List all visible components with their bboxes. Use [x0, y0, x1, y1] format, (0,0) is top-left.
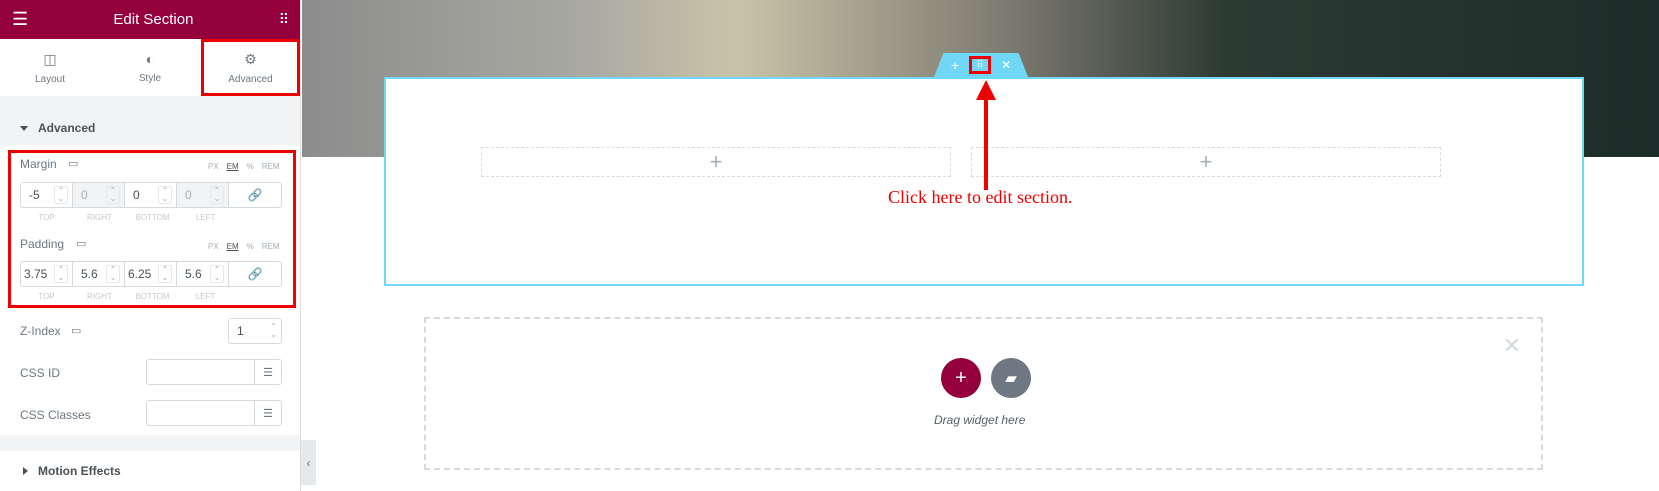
database-icon[interactable]: ☰ — [254, 360, 281, 384]
hamburger-icon[interactable]: ☰ — [12, 9, 28, 30]
widget-drop-zone[interactable]: ✕ — [424, 317, 1543, 470]
desktop-icon: ▭ — [71, 325, 82, 337]
panel-header: ☰ Edit Section ⠿ — [0, 0, 300, 39]
close-icon[interactable]: ✕ — [1001, 58, 1011, 72]
section-handle: + ⠿ ✕ — [934, 53, 1028, 77]
add-template-button[interactable]: ▰ — [991, 358, 1031, 398]
tab-label: Style — [138, 73, 162, 84]
add-section-icon[interactable]: + — [951, 57, 959, 73]
tab-label: Layout — [34, 73, 66, 85]
section-heading: Advanced — [38, 121, 96, 135]
tab-label: Advanced — [228, 73, 273, 85]
database-icon[interactable]: ☰ — [254, 401, 281, 425]
tab-advanced[interactable]: ⚙ Advanced — [201, 39, 300, 96]
css-id-value — [147, 360, 254, 384]
close-icon[interactable]: ✕ — [1503, 333, 1521, 359]
tab-style[interactable]: ◐ Style — [100, 39, 200, 96]
highlight-box — [8, 150, 296, 308]
folder-icon: ▰ — [1005, 370, 1017, 387]
css-id-input[interactable]: ☰ — [146, 359, 282, 385]
panel-tabs: ◫ Layout ◐ Style ⚙ Advanced — [0, 39, 300, 96]
edit-section-grip-icon[interactable]: ⠿ — [969, 56, 992, 74]
motion-effects-toggle[interactable]: Motion Effects — [0, 451, 300, 491]
caret-right-icon — [23, 467, 28, 475]
css-classes-input[interactable]: ☰ — [146, 400, 282, 426]
arrow-line — [984, 92, 988, 190]
plus-icon[interactable]: + — [1200, 149, 1213, 175]
layout-icon: ◫ — [43, 50, 57, 67]
plus-icon: + — [955, 366, 967, 389]
add-section-button[interactable]: + — [941, 358, 981, 398]
section-heading: Motion Effects — [38, 464, 121, 478]
collapse-panel-button[interactable]: ‹ — [301, 440, 316, 485]
css-classes-value — [147, 401, 254, 425]
chevron-left-icon: ‹ — [306, 455, 311, 470]
tab-layout[interactable]: ◫ Layout — [0, 39, 100, 96]
annotation-text: Click here to edit section. — [888, 187, 1073, 207]
css-classes-label: CSS Classes — [20, 408, 91, 422]
contrast-icon: ◐ — [145, 51, 155, 67]
zindex-label: Z-Index — [20, 324, 61, 338]
spinner-icon[interactable]: ⌃ ⌄ — [270, 323, 277, 339]
gear-icon: ⚙ — [244, 50, 257, 67]
column-empty[interactable]: + — [481, 147, 951, 177]
zindex-value: 1 — [237, 324, 244, 338]
column-empty[interactable]: + — [971, 147, 1441, 177]
editor-panel: ☰ Edit Section ⠿ ◫ Layout ◐ Style ⚙ Adva… — [0, 0, 301, 491]
caret-down-icon — [20, 125, 28, 131]
grid-icon[interactable]: ⠿ — [279, 11, 289, 28]
drag-widget-text: Drag widget here — [934, 413, 1026, 427]
zindex-input[interactable]: 1 ⌃ ⌄ — [228, 318, 282, 344]
panel-title: Edit Section — [113, 11, 194, 28]
css-id-label: CSS ID — [20, 366, 61, 380]
plus-icon[interactable]: + — [710, 149, 723, 175]
